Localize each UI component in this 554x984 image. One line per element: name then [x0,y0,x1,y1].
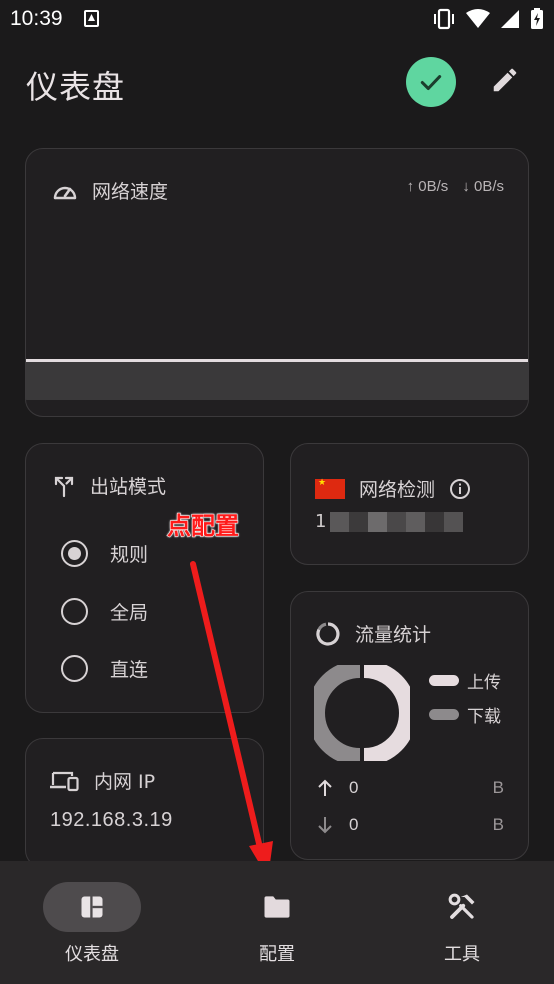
route-icon [54,476,74,497]
legend-swatch-upload [429,675,459,686]
upload-unit: B [492,778,504,797]
traffic-stats-card: 流量统计 上传 下载 0 B 0 B [290,591,529,860]
status-icons [432,8,544,30]
ip-card-title: 内网 IP [94,771,156,793]
download-total-row: 0 B [317,815,504,835]
status-bar: 10:39 [0,0,554,38]
netcheck-header: 网络检测 [315,475,471,502]
intranet-ip-card[interactable]: 内网 IP 192.168.3.19 [25,738,264,868]
upload-rate: ↑ 0B/s [406,178,449,195]
mode-option-direct[interactable]: 直连 [61,655,148,682]
dashboard-icon [81,896,103,918]
battery-icon [531,8,543,29]
radio-rule[interactable] [61,540,88,567]
network-check-card[interactable]: 网络检测 1 [290,443,529,565]
redacted-ip-mosaic [330,511,464,532]
pencil-icon [493,68,517,92]
public-ip: 1 [315,511,464,532]
upload-total-row: 0 B [317,778,504,798]
legend-upload: 上传 [429,668,501,693]
vibrate-icon [434,8,454,30]
speed-rates: ↑ 0B/s ↓ 0B/s [407,178,504,195]
traffic-donut-chart [314,665,410,761]
mode-option-label: 规则 [110,544,149,566]
devices-icon [50,771,79,791]
speed-graph-area [26,362,528,400]
arrow-up-icon [318,779,332,796]
wifi-icon [466,9,490,28]
info-icon[interactable] [449,478,471,500]
nav-item-dashboard[interactable]: 仪表盘 [22,861,162,984]
legend-label: 下载 [467,707,501,727]
page-title: 仪表盘 [26,68,126,106]
traffic-header: 流量统计 [315,620,431,647]
nav-item-config[interactable]: 配置 [207,861,347,984]
annotation-label: 点配置 [167,512,240,541]
tools-icon [448,893,475,919]
mode-option-global[interactable]: 全局 [61,598,148,625]
speed-card-title: 网络速度 [92,181,169,203]
mode-option-rule[interactable]: 规则 [61,540,148,567]
folder-icon [264,896,290,918]
mode-card-header: 出站模式 [52,472,166,499]
check-icon [420,75,442,91]
network-speed-card[interactable]: 网络速度 ↑ 0B/s ↓ 0B/s [25,148,529,417]
legend-swatch-download [429,709,459,720]
nav-item-tools[interactable]: 工具 [392,861,532,984]
status-time: 10:39 [10,7,63,30]
mode-option-label: 直连 [110,659,149,681]
nav-label: 工具 [444,944,480,965]
signal-icon [501,10,519,28]
arrow-down-icon [318,817,332,834]
speedometer-icon [53,186,77,199]
radio-direct[interactable] [61,655,88,682]
loading-ring-icon [316,621,340,646]
download-unit: B [492,815,504,834]
mode-option-label: 全局 [110,602,149,624]
legend-download: 下载 [429,702,501,727]
speed-card-header: 网络速度 [52,177,168,204]
outbound-mode-card: 出站模式 规则 全局 直连 [25,443,264,713]
traffic-legend: 上传 下载 [429,668,501,736]
edit-button[interactable] [485,60,525,100]
bottom-navigation: 仪表盘 配置 工具 [0,861,554,984]
mode-card-title: 出站模式 [90,476,167,498]
download-total: 0 [349,815,359,834]
download-rate: ↓ 0B/s [462,178,504,195]
connection-status-button[interactable] [406,57,456,107]
china-flag-icon [315,478,345,499]
notification-icon [84,10,99,27]
public-ip-prefix: 1 [315,511,327,532]
nav-label: 配置 [259,944,295,965]
upload-total: 0 [349,778,359,797]
netcheck-title: 网络检测 [359,479,436,501]
radio-global[interactable] [61,598,88,625]
intranet-ip-value: 192.168.3.19 [50,809,173,831]
nav-indicator [413,882,511,932]
traffic-title: 流量统计 [355,624,432,646]
nav-label: 仪表盘 [65,944,119,965]
nav-indicator [228,882,326,932]
ip-card-header: 内网 IP [50,767,155,794]
dashboard-screen: 10:39 仪表盘 网络速度 ↑ 0B/s ↓ 0B/s 出站模式 规则 全局 … [0,0,554,984]
nav-indicator [43,882,141,932]
legend-label: 上传 [467,673,501,693]
